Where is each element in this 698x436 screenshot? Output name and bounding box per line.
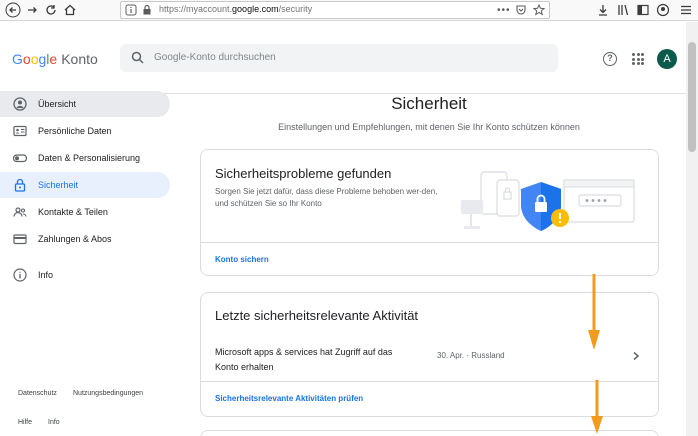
sidebar-item-contacts-sharing[interactable]: Kontakte & Teilen <box>0 199 170 225</box>
bookmark-star-icon[interactable] <box>532 3 546 20</box>
credit-card-icon <box>13 232 27 246</box>
search-input[interactable]: Google-Konto durchsuchen <box>120 44 558 72</box>
lock-icon[interactable] <box>141 4 153 20</box>
pocket-icon[interactable] <box>515 4 527 20</box>
issues-card-description: Sorgen Sie jetzt dafür, dass diese Probl… <box>215 187 438 208</box>
security-issues-card: Sicherheitsprobleme gefunden Sorgen Sie … <box>200 149 659 276</box>
library-icon[interactable] <box>615 2 631 18</box>
annotation-arrow-down-icon <box>589 378 605 436</box>
url-text: https://myaccount.google.com/security <box>159 4 313 14</box>
sidebar-item-info[interactable]: Info <box>0 262 170 288</box>
activity-item-meta: 30. Apr. · Russland <box>437 351 505 360</box>
annotation-arrow-down-icon <box>586 272 602 359</box>
security-illustration <box>459 160 639 245</box>
scrollbar-thumb[interactable] <box>688 42 696 152</box>
search-icon <box>130 50 146 66</box>
chevron-right-icon[interactable] <box>631 351 641 364</box>
help-icon[interactable]: ? <box>603 52 617 66</box>
menu-icon[interactable] <box>678 2 694 18</box>
secure-account-link[interactable]: Konto sichern <box>215 255 269 264</box>
sidebar-item-data-personalization[interactable]: Daten & Personalisierung <box>0 145 170 171</box>
browser-toolbar: https://myaccount.google.com/security ••… <box>0 0 698 21</box>
review-activity-link[interactable]: Sicherheitsrelevante Aktivitäten prüfen <box>215 394 363 403</box>
info-circle-icon <box>13 268 27 282</box>
url-bar[interactable]: https://myaccount.google.com/security ••… <box>120 1 550 19</box>
lock-icon <box>13 178 27 192</box>
page-scrollbar[interactable] <box>686 22 698 436</box>
download-icon[interactable] <box>595 2 611 18</box>
id-card-icon <box>13 124 27 138</box>
person-circle-icon <box>13 97 27 111</box>
sidebar-icon[interactable] <box>635 2 651 18</box>
page-subtitle: Einstellungen und Empfehlungen, mit dene… <box>278 122 580 132</box>
terms-link[interactable]: Nutzungsbedingungen <box>73 390 143 397</box>
info-link[interactable]: Info <box>48 419 60 426</box>
privacy-link[interactable]: Datenschutz <box>18 390 57 397</box>
card-divider <box>201 242 658 243</box>
toggle-icon <box>12 151 28 165</box>
activity-item-text: Microsoft apps & services hat Zugriff au… <box>215 347 393 372</box>
account-header: Google Konto Google-Konto durchsuchen ? A <box>0 22 686 94</box>
avatar[interactable]: A <box>657 49 677 69</box>
home-icon[interactable] <box>62 2 78 18</box>
info-icon[interactable] <box>125 4 137 20</box>
activity-card-title: Letzte sicherheitsrelevante Aktivität <box>215 308 419 323</box>
help-link[interactable]: Hilfe <box>18 419 32 426</box>
sidebar-item-security[interactable]: Sicherheit <box>0 172 170 198</box>
reload-icon[interactable] <box>43 2 59 18</box>
page-title: Sicherheit <box>391 94 467 113</box>
account-icon[interactable] <box>655 2 671 18</box>
people-icon <box>13 205 27 219</box>
sidebar-divider <box>0 256 170 257</box>
search-placeholder: Google-Konto durchsuchen <box>154 52 276 63</box>
forward-icon[interactable] <box>24 2 40 18</box>
more-icon[interactable]: ••• <box>497 4 510 17</box>
back-icon[interactable] <box>5 2 21 18</box>
sidebar-item-payments[interactable]: Zahlungen & Abos <box>0 226 170 252</box>
issues-card-title: Sicherheitsprobleme gefunden <box>215 166 392 181</box>
sidebar-item-personal-info[interactable]: Persönliche Daten <box>0 118 170 144</box>
google-konto-logo[interactable]: Google Konto <box>12 51 98 67</box>
sidebar-item-overview[interactable]: Übersicht <box>0 91 170 117</box>
apps-grid-icon[interactable] <box>632 53 644 65</box>
